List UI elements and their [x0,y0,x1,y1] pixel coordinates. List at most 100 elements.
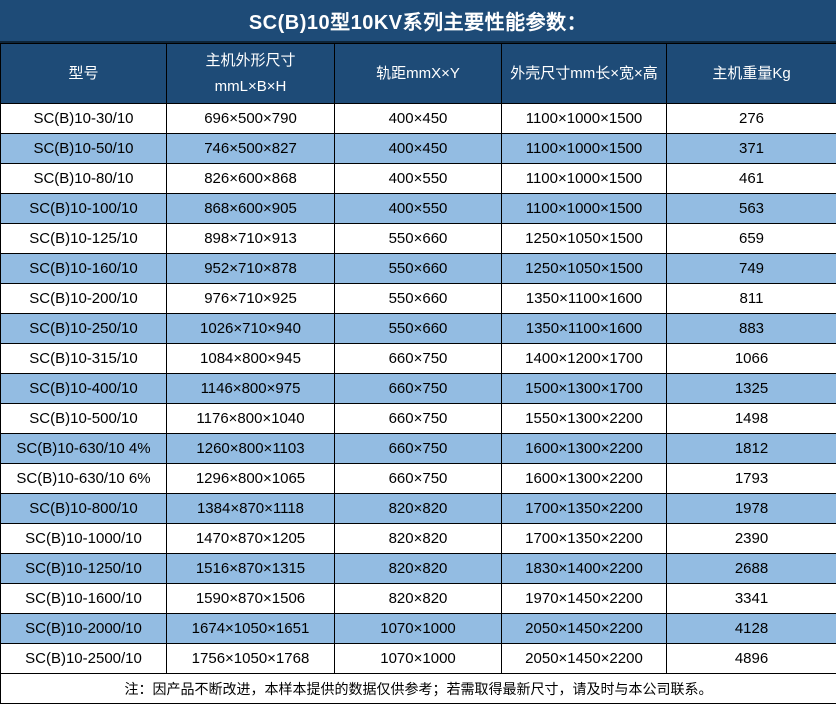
value-cell: 1066 [667,344,836,374]
value-cell: 898×710×913 [167,224,335,254]
value-cell: 660×750 [335,434,502,464]
value-cell: 1600×1300×2200 [502,434,667,464]
value-cell: 400×450 [335,104,502,134]
table-row: SC(B)10-630/10 6%1296×800×1065660×750160… [1,464,836,494]
value-cell: 1100×1000×1500 [502,164,667,194]
model-cell: SC(B)10-200/10 [1,284,167,314]
value-cell: 1978 [667,494,836,524]
value-cell: 2050×1450×2200 [502,644,667,674]
value-cell: 371 [667,134,836,164]
value-cell: 1350×1100×1600 [502,284,667,314]
header-row: 型号 主机外形尺寸 mmL×B×H 轨距mmX×Y 外壳尺寸mm长×宽×高 主机… [1,44,836,104]
value-cell: 1590×870×1506 [167,584,335,614]
value-cell: 976×710×925 [167,284,335,314]
table-row: SC(B)10-2500/101756×1050×17681070×100020… [1,644,836,674]
value-cell: 3341 [667,584,836,614]
note-text: 注：因产品不断改进，本样本提供的数据仅供参考；若需取得最新尺寸，请及时与本公司联… [1,674,836,704]
page-title: SC(B)10型10KV系列主要性能参数： [0,0,836,43]
value-cell: 1070×1000 [335,644,502,674]
value-cell: 1296×800×1065 [167,464,335,494]
model-cell: SC(B)10-630/10 4% [1,434,167,464]
model-cell: SC(B)10-160/10 [1,254,167,284]
table-row: SC(B)10-80/10826×600×868400×5501100×1000… [1,164,836,194]
model-cell: SC(B)10-400/10 [1,374,167,404]
col-header-rail-gauge: 轨距mmX×Y [335,44,502,104]
value-cell: 1470×870×1205 [167,524,335,554]
value-cell: 1970×1450×2200 [502,584,667,614]
model-cell: SC(B)10-50/10 [1,134,167,164]
model-cell: SC(B)10-1000/10 [1,524,167,554]
value-cell: 1793 [667,464,836,494]
value-cell: 461 [667,164,836,194]
col-header-weight: 主机重量Kg [667,44,836,104]
value-cell: 660×750 [335,404,502,434]
value-cell: 1674×1050×1651 [167,614,335,644]
value-cell: 1516×870×1315 [167,554,335,584]
table-row: SC(B)10-250/101026×710×940550×6601350×11… [1,314,836,344]
col-header-main-dimensions-line2: mmL×B×H [167,74,334,100]
spec-table: 型号 主机外形尺寸 mmL×B×H 轨距mmX×Y 外壳尺寸mm长×宽×高 主机… [0,43,836,704]
value-cell: 4896 [667,644,836,674]
table-row: SC(B)10-1600/101590×870×1506820×8201970×… [1,584,836,614]
col-header-enclosure-dimensions-label: 外壳尺寸mm长×宽×高 [502,61,666,87]
value-cell: 868×600×905 [167,194,335,224]
value-cell: 820×820 [335,554,502,584]
model-cell: SC(B)10-80/10 [1,164,167,194]
value-cell: 1500×1300×1700 [502,374,667,404]
table-row: SC(B)10-125/10898×710×913550×6601250×105… [1,224,836,254]
table-row: SC(B)10-800/101384×870×1118820×8201700×1… [1,494,836,524]
col-header-main-dimensions: 主机外形尺寸 mmL×B×H [167,44,335,104]
model-cell: SC(B)10-125/10 [1,224,167,254]
value-cell: 550×660 [335,224,502,254]
table-row: SC(B)10-400/101146×800×975660×7501500×13… [1,374,836,404]
note-row: 注：因产品不断改进，本样本提供的数据仅供参考；若需取得最新尺寸，请及时与本公司联… [1,674,836,704]
value-cell: 660×750 [335,374,502,404]
table-body: SC(B)10-30/10696×500×790400×4501100×1000… [1,104,836,674]
model-cell: SC(B)10-1600/10 [1,584,167,614]
col-header-model-label: 型号 [1,61,166,87]
value-cell: 820×820 [335,524,502,554]
value-cell: 4128 [667,614,836,644]
value-cell: 1350×1100×1600 [502,314,667,344]
model-cell: SC(B)10-500/10 [1,404,167,434]
value-cell: 1700×1350×2200 [502,494,667,524]
value-cell: 563 [667,194,836,224]
value-cell: 1812 [667,434,836,464]
value-cell: 1830×1400×2200 [502,554,667,584]
value-cell: 1400×1200×1700 [502,344,667,374]
value-cell: 400×450 [335,134,502,164]
value-cell: 1100×1000×1500 [502,104,667,134]
table-row: SC(B)10-500/101176×800×1040660×7501550×1… [1,404,836,434]
model-cell: SC(B)10-30/10 [1,104,167,134]
value-cell: 1550×1300×2200 [502,404,667,434]
value-cell: 1084×800×945 [167,344,335,374]
value-cell: 820×820 [335,494,502,524]
value-cell: 2688 [667,554,836,584]
value-cell: 660×750 [335,344,502,374]
value-cell: 2390 [667,524,836,554]
table-row: SC(B)10-50/10746×500×827400×4501100×1000… [1,134,836,164]
value-cell: 1756×1050×1768 [167,644,335,674]
value-cell: 1026×710×940 [167,314,335,344]
value-cell: 952×710×878 [167,254,335,284]
col-header-main-dimensions-line1: 主机外形尺寸 [167,48,334,74]
model-cell: SC(B)10-800/10 [1,494,167,524]
table-row: SC(B)10-630/10 4%1260×800×1103660×750160… [1,434,836,464]
value-cell: 1325 [667,374,836,404]
value-cell: 1260×800×1103 [167,434,335,464]
table-row: SC(B)10-1250/101516×870×1315820×8201830×… [1,554,836,584]
value-cell: 276 [667,104,836,134]
value-cell: 660×750 [335,464,502,494]
model-cell: SC(B)10-100/10 [1,194,167,224]
value-cell: 400×550 [335,164,502,194]
model-cell: SC(B)10-1250/10 [1,554,167,584]
value-cell: 811 [667,284,836,314]
value-cell: 1250×1050×1500 [502,224,667,254]
model-cell: SC(B)10-2500/10 [1,644,167,674]
table-row: SC(B)10-100/10868×600×905400×5501100×100… [1,194,836,224]
table-row: SC(B)10-2000/101674×1050×16511070×100020… [1,614,836,644]
col-header-enclosure-dimensions: 外壳尺寸mm长×宽×高 [502,44,667,104]
value-cell: 746×500×827 [167,134,335,164]
value-cell: 550×660 [335,314,502,344]
value-cell: 1498 [667,404,836,434]
